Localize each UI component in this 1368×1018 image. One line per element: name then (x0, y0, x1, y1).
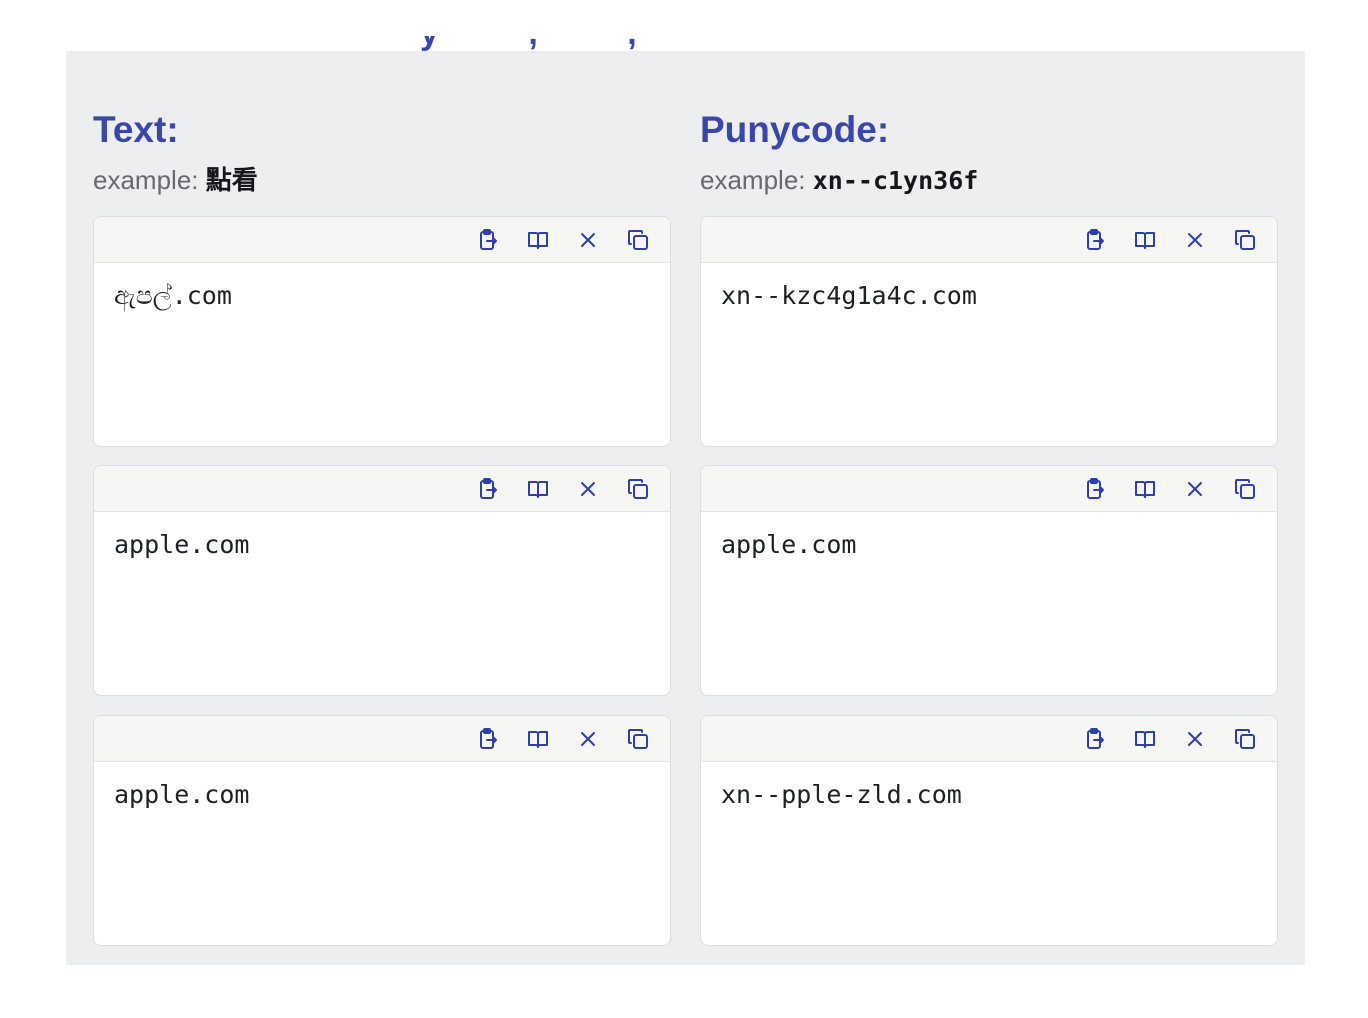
clear-button[interactable] (572, 723, 604, 755)
text-heading: Text: (93, 109, 179, 150)
paste-button[interactable] (472, 723, 504, 755)
paste-button[interactable] (1079, 224, 1111, 256)
punycode-input-2[interactable]: apple.com (701, 512, 1277, 578)
clear-icon (1188, 232, 1202, 247)
clear-button[interactable] (1179, 224, 1211, 256)
paste-button[interactable] (1079, 723, 1111, 755)
punycode-input-1[interactable]: xn--kzc4g1a4c.com (701, 263, 1277, 329)
paste-icon (1087, 477, 1104, 499)
dictionary-button[interactable] (1129, 723, 1161, 755)
paste-icon (480, 477, 497, 499)
copy-button[interactable] (1229, 473, 1261, 505)
text-example-label: example: (93, 165, 199, 195)
text-editor-2[interactable]: apple.com (93, 465, 671, 696)
punycode-editor-1[interactable]: xn--kzc4g1a4c.com (700, 216, 1278, 447)
clear-icon (581, 481, 595, 496)
clipped-page-title: y , , (420, 36, 740, 52)
punycode-example-value: xn--c1yn36f (812, 166, 979, 195)
copy-button[interactable] (622, 224, 654, 256)
book-icon (1135, 231, 1155, 249)
punycode-input-3[interactable]: xn--pple-zld.com (701, 762, 1277, 828)
book-icon (528, 730, 548, 748)
copy-icon (628, 728, 648, 749)
copy-button[interactable] (1229, 224, 1261, 256)
editor-toolbar (701, 466, 1277, 512)
punycode-editor-2[interactable]: apple.com (700, 465, 1278, 696)
dictionary-button[interactable] (522, 723, 554, 755)
punycode-editor-3[interactable]: xn--pple-zld.com (700, 715, 1278, 946)
clear-icon (581, 731, 595, 746)
clear-icon (1188, 731, 1202, 746)
clear-button[interactable] (1179, 723, 1211, 755)
copy-icon (628, 229, 648, 250)
copy-icon (1235, 478, 1255, 499)
copy-icon (1235, 229, 1255, 250)
editor-toolbar (701, 217, 1277, 263)
text-input-1[interactable]: ඇපල්.com (94, 263, 670, 329)
paste-button[interactable] (472, 473, 504, 505)
punycode-example: example: xn--c1yn36f (700, 164, 1280, 196)
paste-button[interactable] (472, 224, 504, 256)
book-icon (528, 231, 548, 249)
clear-button[interactable] (1179, 473, 1211, 505)
editor-toolbar (94, 466, 670, 512)
copy-button[interactable] (622, 473, 654, 505)
punycode-example-label: example: (700, 165, 806, 195)
text-example: example: 點看 (93, 164, 673, 196)
paste-icon (480, 727, 497, 749)
dictionary-button[interactable] (522, 224, 554, 256)
copy-button[interactable] (622, 723, 654, 755)
paste-icon (480, 228, 497, 250)
editor-toolbar (94, 716, 670, 762)
copy-icon (1235, 728, 1255, 749)
clear-icon (581, 232, 595, 247)
punycode-heading: Punycode: (700, 109, 890, 150)
editor-toolbar (94, 217, 670, 263)
text-editor-1[interactable]: ඇපල්.com (93, 216, 671, 447)
book-icon (1135, 730, 1155, 748)
dictionary-button[interactable] (522, 473, 554, 505)
text-editor-3[interactable]: аpple.com (93, 715, 671, 946)
dictionary-button[interactable] (1129, 473, 1161, 505)
paste-button[interactable] (1079, 473, 1111, 505)
clear-button[interactable] (572, 473, 604, 505)
punycode-column: Punycode: example: xn--c1yn36f (700, 51, 1280, 196)
paste-icon (1087, 727, 1104, 749)
copy-button[interactable] (1229, 723, 1261, 755)
text-column: Text: example: 點看 (93, 51, 673, 196)
clear-icon (1188, 481, 1202, 496)
book-icon (1135, 480, 1155, 498)
book-icon (528, 480, 548, 498)
text-example-value: 點看 (205, 165, 258, 195)
text-input-3[interactable]: аpple.com (94, 762, 670, 828)
copy-icon (628, 478, 648, 499)
editor-toolbar (701, 716, 1277, 762)
clear-button[interactable] (572, 224, 604, 256)
dictionary-button[interactable] (1129, 224, 1161, 256)
text-input-2[interactable]: apple.com (94, 512, 670, 578)
paste-icon (1087, 228, 1104, 250)
